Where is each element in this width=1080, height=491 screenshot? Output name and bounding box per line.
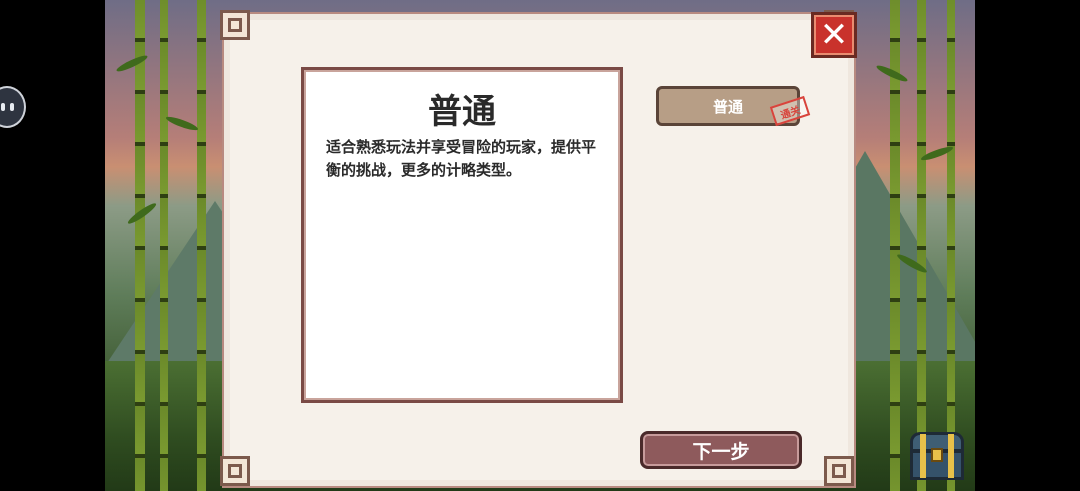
- bamboo-stalk: [947, 0, 955, 491]
- treasure-chest-icon[interactable]: [908, 432, 966, 482]
- close-icon: ✕: [819, 15, 849, 55]
- close-button[interactable]: ✕: [811, 12, 857, 58]
- next-step-button[interactable]: 下一步: [640, 431, 802, 469]
- bamboo-stalk: [197, 0, 206, 491]
- bamboo-leaf: [164, 114, 200, 133]
- corner-ornament: [220, 10, 254, 44]
- difficulty-description: 适合熟悉玩法并享受冒险的玩家，提供平衡的挑战，更多的计略类型。: [326, 138, 597, 179]
- bamboo-stalk: [917, 0, 926, 491]
- bamboo-stalk: [135, 0, 145, 491]
- difficulty-title: 普通: [428, 92, 496, 132]
- bamboo-stalk: [160, 0, 168, 491]
- corner-ornament: [824, 456, 858, 490]
- difficulty-normal-label: 普通: [712, 97, 743, 116]
- next-step-label: 下一步: [692, 440, 750, 463]
- corner-ornament: [220, 456, 254, 490]
- floating-assistant-icon[interactable]: [0, 86, 26, 128]
- difficulty-info-panel: 普通 适合熟悉玩法并享受冒险的玩家，提供平衡的挑战，更多的计略类型。: [301, 67, 623, 403]
